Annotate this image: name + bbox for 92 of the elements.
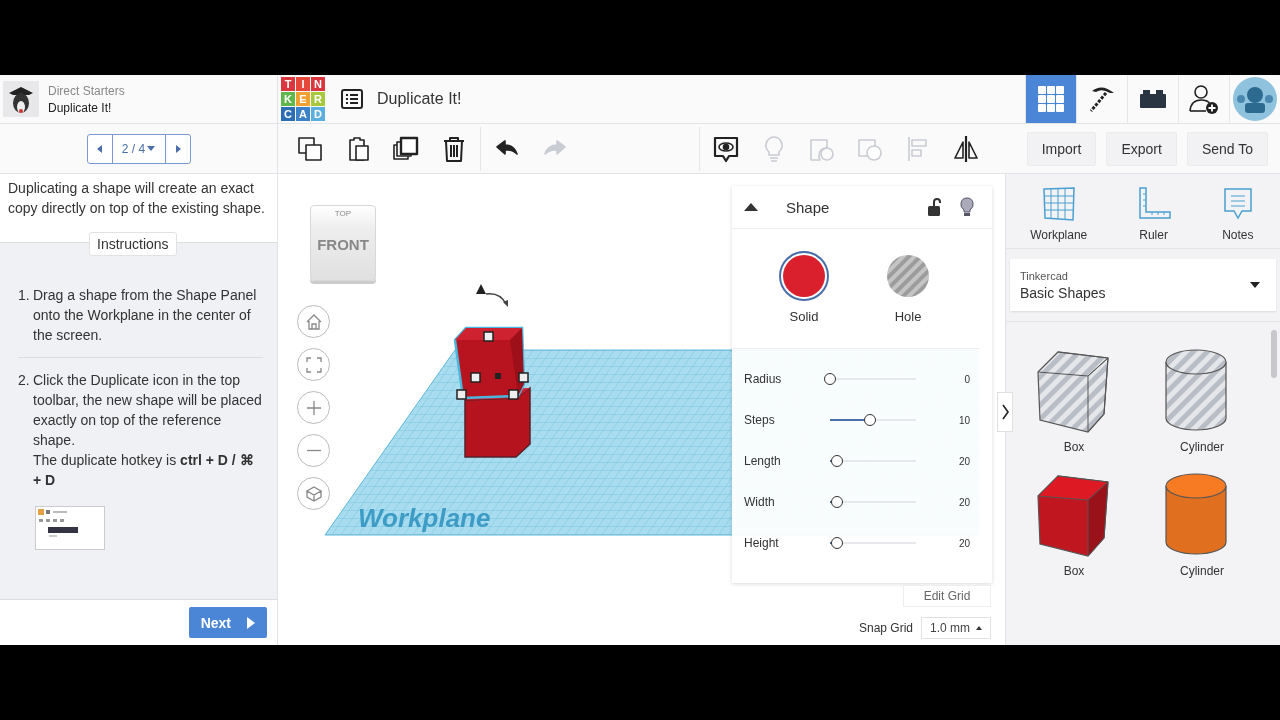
- slider-thumb[interactable]: [864, 414, 877, 426]
- mirror-icon: [951, 133, 981, 164]
- param-value: 20: [957, 537, 970, 549]
- param-value: 10: [957, 414, 970, 426]
- mode-label: Solid: [789, 309, 819, 324]
- workplane-label: Workplane: [358, 503, 491, 533]
- param-value: 20: [957, 455, 970, 467]
- chevron-right-icon: [1001, 404, 1009, 420]
- snap-grid-dropdown[interactable]: 1.0 mm: [921, 617, 992, 639]
- param-value: 0: [963, 373, 970, 385]
- perspective-button[interactable]: [297, 477, 330, 510]
- section-label: Instructions: [89, 232, 177, 256]
- grid-nav-button[interactable]: [1025, 75, 1076, 123]
- caret-right-icon: [247, 616, 255, 629]
- brick-icon: [1138, 88, 1168, 110]
- rotate-handle-icon[interactable]: [476, 284, 508, 307]
- param-label: Width: [744, 495, 776, 509]
- collapse-icon[interactable]: [744, 203, 758, 211]
- cube-top-label: TOP: [334, 209, 352, 218]
- avatar-nav-button[interactable]: [1229, 75, 1280, 123]
- param-label: Height: [744, 536, 780, 550]
- snap-grid-label: Snap Grid: [859, 621, 914, 635]
- design-title[interactable]: Duplicate It!: [377, 90, 462, 108]
- resize-handle[interactable]: [483, 331, 494, 342]
- avatar-icon: [1233, 77, 1277, 121]
- shape-label: Cylinder: [1180, 440, 1224, 454]
- mode-label: Hole: [894, 309, 922, 324]
- solid-mode-button[interactable]: [779, 251, 829, 301]
- caret-right-icon: [174, 144, 181, 153]
- shape-label: Box: [1063, 440, 1085, 454]
- fit-icon: [304, 355, 323, 374]
- series-title: Direct Starters: [48, 83, 125, 98]
- action-button[interactable]: Export: [1106, 131, 1177, 166]
- slider-thumb[interactable]: [824, 373, 836, 385]
- filled-circle-icon: [782, 254, 826, 298]
- avatar-icon: [3, 81, 39, 117]
- param-label: Radius: [744, 372, 783, 386]
- grid-icon: [1040, 186, 1077, 222]
- resize-handle[interactable]: [456, 389, 467, 400]
- step-text: Drag a shape from the Shape Panel onto the Workplane in the center of the screen.: [33, 286, 258, 345]
- notes-tool-button[interactable]: Notes: [1215, 186, 1260, 242]
- caret-down-icon: [1250, 282, 1260, 288]
- panel-title: Shape: [786, 198, 831, 216]
- ruler-tool-button[interactable]: Ruler: [1131, 186, 1176, 242]
- param-label: Steps: [744, 413, 776, 427]
- step-number: 2.: [18, 371, 29, 390]
- add-user-icon: [1188, 83, 1220, 115]
- panel-toggle-button[interactable]: [997, 392, 1013, 432]
- caret-down-icon: [147, 146, 156, 151]
- lightbulb-icon[interactable]: [960, 197, 974, 217]
- tinkercad-logo[interactable]: T I N K E R C A D: [281, 77, 325, 121]
- zoom-in-icon: [304, 398, 323, 417]
- resize-handle[interactable]: [508, 389, 519, 400]
- shape-label: Cylinder: [1180, 564, 1224, 578]
- list-icon[interactable]: [341, 89, 363, 109]
- resize-handle[interactable]: [518, 372, 529, 383]
- resize-handle[interactable]: [470, 372, 481, 383]
- home-icon: [304, 312, 323, 331]
- lock-icon[interactable]: [928, 198, 942, 216]
- grid-icon: [1038, 86, 1064, 112]
- scrollbar[interactable]: [1271, 330, 1277, 378]
- shape-tile[interactable]: Box: [1010, 346, 1138, 454]
- param-label: Length: [744, 454, 782, 468]
- param-value: 20: [957, 496, 970, 508]
- box-shape[interactable]: [464, 386, 531, 458]
- action-button[interactable]: Import: [1026, 131, 1097, 166]
- shape-tile[interactable]: Box: [1010, 470, 1138, 578]
- center-handle[interactable]: [495, 373, 501, 379]
- caret-left-icon: [96, 144, 103, 153]
- striped-circle-icon: [886, 254, 930, 298]
- home-button[interactable]: [297, 305, 330, 338]
- step-number: 1.: [18, 286, 29, 305]
- perspective-icon: [304, 484, 323, 503]
- cube-front-label: FRONT: [317, 236, 369, 253]
- workplane-tool-button[interactable]: Workplane: [1026, 186, 1092, 242]
- shape-tile[interactable]: Cylinder: [1138, 346, 1266, 454]
- shape-tile[interactable]: Cylinder: [1138, 470, 1266, 578]
- view-cube[interactable]: TOP FRONT: [310, 205, 376, 281]
- hotkey-text: The duplicate hotkey is ctrl + D / ⌘ + D: [33, 451, 255, 490]
- slider-thumb[interactable]: [830, 537, 843, 549]
- lesson-title: Duplicate It!: [48, 100, 113, 115]
- slider-thumb[interactable]: [830, 455, 843, 467]
- step-text: Click the Duplicate icon in the top toolbar, the new shape will be placed exactly on top of the reference shape.: [33, 371, 263, 450]
- caret-up-icon: [976, 626, 983, 630]
- slider-thumb[interactable]: [830, 496, 843, 508]
- zoom-out-icon: [305, 449, 322, 452]
- library-dropdown[interactable]: Tinkercad Basic Shapes: [1010, 259, 1276, 311]
- intro-text: Duplicating a shape will create an exact copy directly on top of the existing shape.: [7, 179, 266, 218]
- next-button[interactable]: Next: [188, 607, 267, 638]
- action-button[interactable]: Send To: [1186, 131, 1268, 166]
- edit-grid-button[interactable]: Edit Grid: [903, 585, 991, 607]
- shape-label: Box: [1063, 564, 1085, 578]
